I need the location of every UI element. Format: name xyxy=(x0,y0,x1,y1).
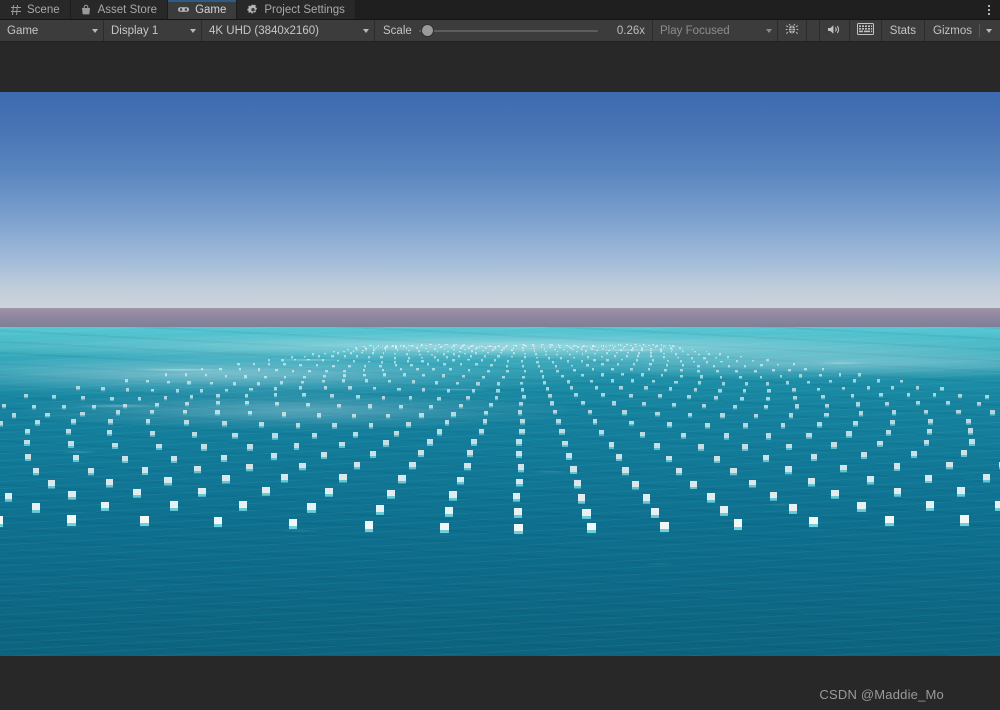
scale-slider-track xyxy=(418,29,598,32)
ocean-surface xyxy=(0,326,1000,656)
stats-label: Stats xyxy=(889,24,917,37)
grid-icon xyxy=(9,3,22,16)
debug-toggle-button[interactable] xyxy=(778,20,807,41)
scale-value: 0.26x xyxy=(616,24,645,37)
speaker-icon xyxy=(827,23,842,39)
bug-icon xyxy=(785,22,799,39)
chevron-down-icon xyxy=(190,28,196,33)
game-view-viewport[interactable]: CSDN @Maddie_Mo xyxy=(0,42,1000,710)
editor-tab-bar: Scene Asset Store Game Project Settings xyxy=(0,0,1000,20)
tab-project-settings[interactable]: Project Settings xyxy=(237,0,356,19)
tab-scene[interactable]: Scene xyxy=(0,0,71,19)
stats-button[interactable]: Stats xyxy=(881,20,926,41)
unity-editor-window: Scene Asset Store Game Project Settings … xyxy=(0,0,1000,710)
chevron-down-icon xyxy=(92,28,98,33)
tab-overflow-menu-button[interactable] xyxy=(978,0,1000,19)
play-mode-label: Play Focused xyxy=(660,24,730,37)
mute-audio-button[interactable] xyxy=(819,20,850,41)
horizon-haze-band xyxy=(0,308,1000,329)
chevron-down-icon xyxy=(766,28,772,33)
view-mode-dropdown[interactable]: Game xyxy=(0,20,104,41)
display-dropdown[interactable]: Display 1 xyxy=(104,20,202,41)
gamepad-icon xyxy=(177,3,190,16)
resolution-label: 4K UHD (3840x2160) xyxy=(209,24,319,37)
vertical-dots-icon xyxy=(988,4,990,16)
tab-game[interactable]: Game xyxy=(168,0,238,19)
gear-icon xyxy=(246,3,259,16)
view-mode-label: Game xyxy=(7,24,39,37)
resolution-dropdown[interactable]: 4K UHD (3840x2160) xyxy=(202,20,375,41)
display-label: Display 1 xyxy=(111,24,159,37)
game-view-toolbar: Game Display 1 4K UHD (3840x2160) Scale … xyxy=(0,20,1000,42)
scale-label: Scale xyxy=(383,24,412,37)
watermark-text: CSDN @Maddie_Mo xyxy=(819,687,944,702)
chevron-down-icon xyxy=(986,28,992,33)
scale-slider-handle[interactable] xyxy=(422,25,434,36)
scale-slider[interactable] xyxy=(418,24,598,38)
scale-slider-group: Scale 0.26x xyxy=(375,20,653,41)
gizmos-label: Gizmos xyxy=(933,24,972,37)
tab-project-settings-label: Project Settings xyxy=(264,3,345,16)
gizmos-button[interactable]: Gizmos xyxy=(925,20,1000,41)
tab-asset-store-label: Asset Store xyxy=(97,3,158,16)
viewport-letterbox-top xyxy=(0,42,1000,92)
play-mode-dropdown[interactable]: Play Focused xyxy=(653,20,778,41)
frame-debug-grid-icon xyxy=(856,23,874,38)
tab-scene-label: Scene xyxy=(27,3,60,16)
game-render-surface xyxy=(0,92,1000,656)
toolbar-spacer xyxy=(807,20,820,41)
store-bag-icon xyxy=(80,3,93,16)
ocean-foam-streaks xyxy=(0,326,1000,656)
chevron-down-icon xyxy=(363,28,369,33)
gizmos-dropdown-button[interactable] xyxy=(980,28,1000,33)
sky-gradient xyxy=(0,92,1000,308)
tab-asset-store[interactable]: Asset Store xyxy=(70,0,169,19)
tab-bar-filler xyxy=(355,0,978,19)
tab-game-label: Game xyxy=(195,3,227,16)
frame-debugger-button[interactable] xyxy=(849,20,882,41)
